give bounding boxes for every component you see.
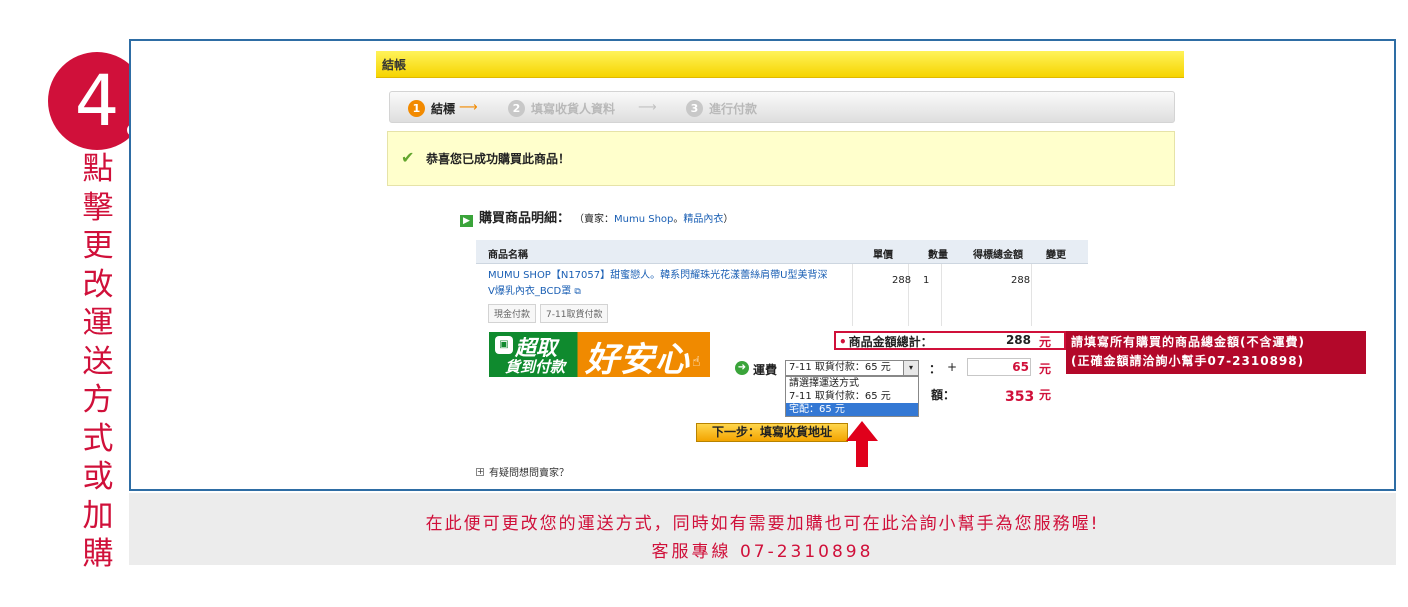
- step-arrow-icon: ⟶: [459, 100, 478, 115]
- checkout-screenshot-frame: 結帳 1 結標 ⟶ 2 填寫收貨人資料 ⟶ 3 進行付款 ✔ 恭喜您已成功購買此…: [129, 39, 1396, 491]
- step-2-label: 填寫收貨人資料: [531, 102, 616, 116]
- step-1-label: 結標: [431, 102, 456, 116]
- cart-icon: ⧉: [574, 287, 581, 297]
- currency-unit: 元: [1039, 362, 1052, 376]
- step-arrow-icon: ⟶: [638, 100, 657, 115]
- product-unit-price: 288: [892, 275, 912, 286]
- payment-tag-cash: 現金付款: [488, 304, 537, 323]
- product-total: 288: [1011, 275, 1031, 286]
- grand-total-value: 353: [1005, 389, 1035, 405]
- product-name[interactable]: MUMU SHOP【N17057】甜蜜戀人。韓系閃耀珠光花漾蕾絲肩帶U型美背深V…: [488, 270, 827, 297]
- product-total-label-text: 商品金額總計：: [848, 335, 933, 349]
- ask-seller-link[interactable]: + 有疑問想問賣家？: [476, 464, 569, 479]
- table-divider: [908, 264, 909, 326]
- seller-name-link[interactable]: Mumu Shop: [614, 214, 673, 225]
- shipping-option[interactable]: 7-11 取貨付款：65 元: [786, 390, 918, 403]
- seller-category-link[interactable]: 精品內衣: [683, 214, 723, 225]
- checkout-step-1: 1 結標: [408, 100, 455, 117]
- column-change: 變更: [1046, 250, 1066, 261]
- grand-total-label: 額：: [931, 388, 956, 402]
- seller-suffix: ）: [723, 214, 734, 225]
- promo-headline: 好安心: [585, 340, 690, 377]
- product-name-link[interactable]: MUMU SHOP【N17057】甜蜜戀人。韓系閃耀珠光花漾蕾絲肩帶U型美背深V…: [488, 268, 828, 300]
- seller-info: （賣家：Mumu Shop。精品內衣）: [574, 210, 733, 225]
- expand-plus-icon[interactable]: +: [476, 467, 484, 476]
- purchase-detail-title: 購買商品明細：: [479, 211, 571, 226]
- product-quantity: 1: [923, 275, 930, 286]
- red-up-arrow-icon: [846, 421, 878, 467]
- cod-promo-banner: ▣ 超取 貨到付款 好安心 ☝: [489, 332, 710, 377]
- table-divider: [852, 264, 853, 326]
- table-divider: [941, 264, 942, 326]
- promo-line2: 貨到付款: [505, 358, 566, 376]
- arrow-right-icon: ▶: [460, 215, 473, 227]
- next-step-button[interactable]: 下一步：填寫收貨地址: [696, 423, 848, 442]
- column-product-name: 商品名稱: [488, 250, 528, 261]
- callout-line2: (正確金額請洽詢小幫手07-2310898): [1071, 354, 1305, 368]
- product-total-label: • 商品金額總計：: [839, 333, 933, 350]
- currency-unit: 元: [1039, 388, 1052, 402]
- checkout-step-3: 3 進行付款: [686, 100, 757, 117]
- column-quantity: 數量: [928, 250, 948, 261]
- check-icon: ✔: [401, 148, 415, 167]
- caption-band: 在此便可更改您的運送方式，同時如有需要加購也可在此洽詢小幫手為您服務喔! 客服專…: [129, 493, 1396, 565]
- currency-unit: 元: [1039, 335, 1052, 349]
- step-3-number: 3: [686, 100, 703, 117]
- total-instruction-callout: 請填寫所有購買的商品總金額(不含運費) (正確金額請洽詢小幫手07-231089…: [1066, 331, 1366, 374]
- shipping-method-select[interactable]: 7-11 取貨付款：65 元 ▾: [785, 360, 919, 376]
- payment-tags: 現金付款 7-11取貨付款: [488, 304, 609, 323]
- chevron-down-icon[interactable]: ▾: [903, 361, 918, 375]
- ask-seller-label[interactable]: 有疑問想問賣家？: [489, 464, 569, 479]
- seller-separator: 。: [673, 214, 684, 225]
- hand-cursor-icon: ☝: [692, 354, 701, 370]
- total-bullet: •: [839, 335, 847, 349]
- column-total: 得標總金額: [973, 250, 1023, 261]
- success-message: 恭喜您已成功購買此商品！: [426, 152, 571, 166]
- step-1-number: 1: [408, 100, 425, 117]
- checkout-steps-bar: 1 結標 ⟶ 2 填寫收貨人資料 ⟶ 3 進行付款: [389, 91, 1175, 123]
- table-divider: [1031, 264, 1032, 326]
- checkout-title-bar: 結帳: [376, 51, 1184, 78]
- checkout-step-2: 2 填寫收貨人資料: [508, 100, 615, 117]
- step-vertical-caption: 點擊更改運送方式或加購: [82, 151, 114, 572]
- shipping-label: 運費: [753, 363, 778, 377]
- shopping-bag-icon: ▣: [495, 336, 513, 354]
- shipping-fee-value: 65: [1012, 360, 1029, 374]
- success-message-box: ✔ 恭喜您已成功購買此商品！: [387, 131, 1175, 186]
- caption-line1: 在此便可更改您的運送方式，同時如有需要加購也可在此洽詢小幫手為您服務喔!: [425, 514, 1100, 534]
- step-3-label: 進行付款: [709, 102, 758, 116]
- seller-prefix: （賣家：: [574, 214, 615, 225]
- checkout-title: 結帳: [382, 58, 407, 72]
- product-table-header: 商品名稱 單價 數量 得標總金額 變更: [476, 240, 1088, 264]
- payment-tag-711: 7-11取貨付款: [540, 304, 609, 323]
- shipping-option[interactable]: 請選擇運送方式: [786, 377, 918, 390]
- shipping-selected-value: 7-11 取貨付款：65 元: [789, 362, 891, 373]
- purchase-detail-heading: ▶ 購買商品明細： （賣家：Mumu Shop。精品內衣）: [460, 207, 733, 227]
- shipping-options-dropdown[interactable]: 請選擇運送方式 7-11 取貨付款：65 元 宅配：65 元: [785, 376, 919, 417]
- column-unit-price: 單價: [873, 250, 893, 261]
- shipping-plus: +: [947, 360, 958, 374]
- product-total-value: 288: [1005, 333, 1031, 347]
- step-2-number: 2: [508, 100, 525, 117]
- caption-service-line: 客服專線 07-2310898: [651, 542, 874, 562]
- shipping-colon: ：: [929, 362, 942, 376]
- arrow-right-icon: ➜: [735, 361, 749, 375]
- shipping-option-highlighted[interactable]: 宅配：65 元: [786, 403, 918, 416]
- callout-line1: 請填寫所有購買的商品總金額(不含運費): [1071, 335, 1305, 349]
